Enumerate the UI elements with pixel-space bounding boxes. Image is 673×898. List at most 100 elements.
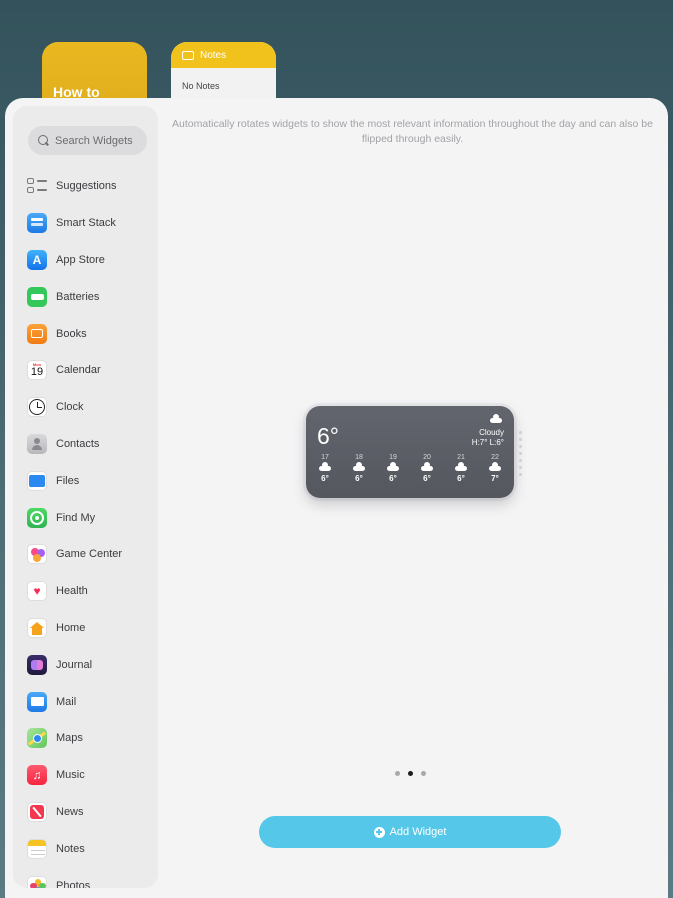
mail-icon	[27, 691, 47, 712]
page-indicator[interactable]	[395, 771, 426, 776]
sidebar-item-books[interactable]: Books	[13, 315, 158, 352]
sidebar-item-label: Music	[56, 769, 85, 782]
sidebar-item-label: Notes	[56, 842, 85, 855]
add-widget-button[interactable]: Add Widget	[259, 816, 561, 848]
forecast-hour-label: 19	[389, 454, 397, 461]
sidebar-item-label: Photos	[56, 879, 91, 888]
forecast-hour-label: 20	[423, 454, 431, 461]
sidebar-item-batteries[interactable]: Batteries	[13, 278, 158, 315]
page-dot[interactable]	[421, 771, 426, 776]
sidebar-item-label: Clock	[56, 401, 84, 414]
maps-icon	[27, 728, 47, 749]
cloud-icon	[387, 462, 399, 471]
weather-condition: Cloudy	[479, 428, 504, 437]
sidebar-item-label: Contacts	[56, 437, 100, 450]
sidebar-item-health[interactable]: ♥ Health	[13, 573, 158, 610]
forecast-hour-temp: 6°	[321, 474, 329, 483]
sidebar-item-label: Suggestions	[56, 180, 117, 193]
sidebar-item-news[interactable]: News	[13, 794, 158, 831]
smart-stack-indicator	[519, 431, 522, 476]
widget-gallery-sheet: Search Widgets Suggestions Smart Stack A…	[5, 98, 668, 898]
calendar-icon-day: 19	[30, 366, 44, 379]
sidebar-item-game-center[interactable]: Game Center	[13, 536, 158, 573]
forecast-hour: 22 7°	[482, 454, 508, 483]
journal-icon	[27, 654, 47, 675]
sidebar-item-mail[interactable]: Mail	[13, 683, 158, 720]
page-dot-active[interactable]	[408, 771, 413, 776]
sidebar-item-label: Journal	[56, 658, 93, 671]
add-widget-label: Add Widget	[389, 826, 447, 838]
sidebar-item-label: App Store	[56, 253, 105, 266]
sidebar-item-clock[interactable]: Clock	[13, 389, 158, 426]
forecast-hour-temp: 6°	[423, 474, 431, 483]
forecast-hour-temp: 6°	[389, 474, 397, 483]
cloud-icon	[455, 462, 467, 471]
forecast-hour-temp: 7°	[491, 474, 499, 483]
search-widgets-field[interactable]: Search Widgets	[28, 126, 147, 155]
home-icon	[27, 617, 47, 638]
sidebar-item-label: Batteries	[56, 290, 100, 303]
sidebar-item-music[interactable]: ♫ Music	[13, 757, 158, 794]
sidebar-item-label: Maps	[56, 732, 83, 745]
notes-widget-title: Notes	[200, 49, 227, 61]
music-icon: ♫	[27, 765, 47, 786]
sidebar-item-suggestions[interactable]: Suggestions	[13, 168, 158, 205]
app-store-icon: A	[27, 249, 47, 270]
forecast-hour-label: 22	[491, 454, 499, 461]
forecast-hour: 21 6°	[448, 454, 474, 483]
files-icon	[27, 470, 47, 491]
forecast-hour: 18 6°	[346, 454, 372, 483]
folder-icon	[182, 50, 194, 60]
widget-description: Automatically rotates widgets to show th…	[172, 118, 653, 145]
sidebar-item-label: Files	[56, 474, 80, 487]
weather-hourly-forecast: 17 6° 18 6° 19 6° 20 6° 21 6° 22 7°	[312, 454, 508, 483]
forecast-hour: 17 6°	[312, 454, 338, 483]
page-dot[interactable]	[395, 771, 400, 776]
sidebar-item-smart-stack[interactable]: Smart Stack	[13, 205, 158, 242]
health-icon: ♥	[27, 581, 47, 602]
sidebar-item-files[interactable]: Files	[13, 462, 158, 499]
photos-icon	[27, 875, 47, 888]
forecast-hour-temp: 6°	[355, 474, 363, 483]
widget-sidebar: Search Widgets Suggestions Smart Stack A…	[13, 106, 158, 888]
sidebar-item-label: News	[56, 805, 84, 818]
sidebar-item-label: Books	[56, 327, 87, 340]
sidebar-item-contacts[interactable]: Contacts	[13, 426, 158, 463]
sidebar-item-journal[interactable]: Journal	[13, 646, 158, 683]
clock-icon	[27, 397, 47, 418]
books-icon	[27, 323, 47, 344]
calendar-icon: Mon 19	[27, 360, 47, 381]
batteries-icon	[27, 286, 47, 307]
sidebar-item-label: Health	[56, 585, 88, 598]
smart-stack-icon	[27, 213, 47, 234]
weather-high-low: H:7° L:6°	[471, 438, 504, 447]
plus-circle-icon	[373, 826, 385, 838]
contacts-icon	[27, 433, 47, 454]
search-icon	[38, 135, 49, 146]
sidebar-item-notes[interactable]: Notes	[13, 830, 158, 867]
sidebar-item-label: Game Center	[56, 548, 123, 561]
weather-condition-block: Cloudy H:7° L:6°	[472, 428, 504, 448]
sidebar-item-maps[interactable]: Maps	[13, 720, 158, 757]
sidebar-item-label: Find My	[56, 511, 96, 524]
sidebar-item-home[interactable]: Home	[13, 610, 158, 647]
game-center-icon	[27, 544, 47, 565]
sidebar-item-calendar[interactable]: Mon 19 Calendar	[13, 352, 158, 389]
weather-widget-preview[interactable]: 6° Cloudy H:7° L:6° 17 6° 18 6° 19 6° 20…	[306, 406, 514, 498]
sidebar-item-label: Calendar	[56, 364, 101, 377]
sidebar-item-find-my[interactable]: Find My	[13, 499, 158, 536]
sidebar-item-photos[interactable]: Photos	[13, 867, 158, 888]
suggestions-icon	[27, 178, 47, 194]
forecast-hour-label: 21	[457, 454, 465, 461]
weather-current-temp: 6°	[317, 423, 339, 449]
cloud-icon	[490, 414, 502, 423]
sidebar-item-app-store[interactable]: A App Store	[13, 242, 158, 279]
sidebar-item-label: Smart Stack	[56, 217, 116, 230]
notes-widget-header: Notes	[171, 42, 276, 68]
forecast-hour: 19 6°	[380, 454, 406, 483]
cloud-icon	[319, 462, 331, 471]
notes-icon	[27, 838, 47, 859]
cloud-icon	[489, 462, 501, 471]
cloud-icon	[353, 462, 365, 471]
sidebar-item-label: Mail	[56, 695, 77, 708]
